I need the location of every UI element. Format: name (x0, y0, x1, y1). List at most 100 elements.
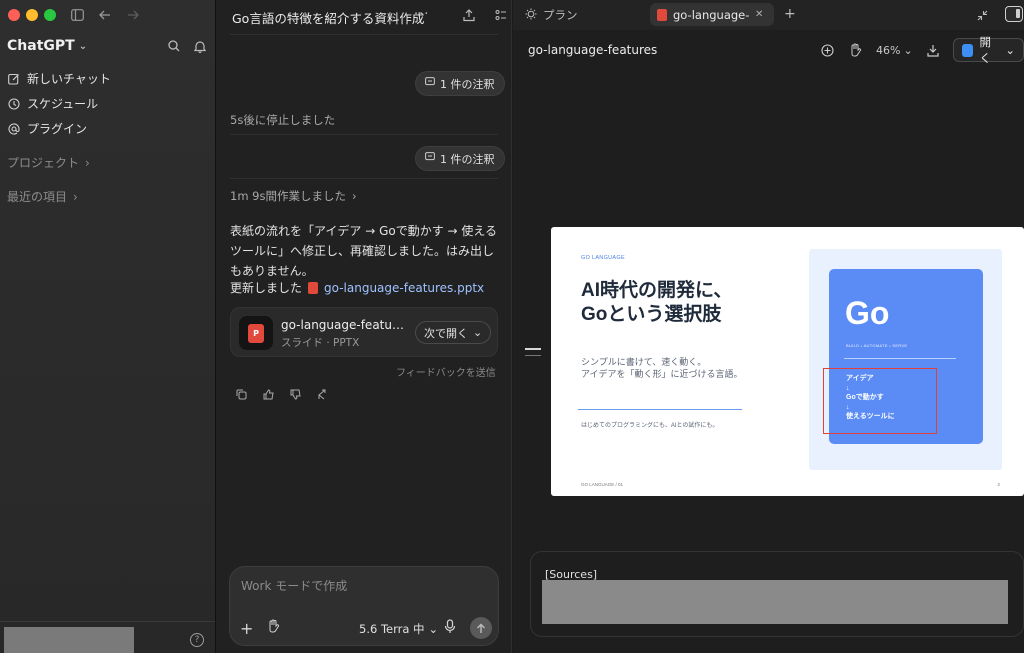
slide-headline-line: Goという選択肢 (581, 304, 722, 325)
microphone-icon[interactable] (444, 619, 456, 637)
tab-plan[interactable]: プラン (525, 7, 578, 23)
share-icon[interactable] (460, 6, 478, 24)
thumbs-down-icon[interactable] (286, 385, 304, 403)
slide-footer: GO LANGUAGE / 01 (581, 482, 624, 487)
hand-icon[interactable] (267, 619, 280, 636)
preview-toolbar: 46% ⌄ 開く ⌄ (819, 35, 1024, 65)
minimize-window-button[interactable] (26, 9, 38, 21)
sources-redacted (542, 580, 1008, 624)
copy-icon[interactable] (232, 385, 250, 403)
message-actions (232, 385, 331, 403)
zoom-level[interactable]: 46% ⌄ (876, 44, 913, 57)
resize-handle-shadow (525, 355, 541, 356)
tab-plan-label: プラン (543, 8, 578, 22)
projects-label: プロジェクト (7, 156, 80, 170)
plus-icon[interactable]: + (240, 619, 253, 638)
chevron-right-icon: › (85, 155, 90, 170)
app-name: ChatGPT (7, 38, 75, 54)
comment-icon (425, 152, 435, 165)
composer: + 5.6 Terra 中 ⌄ (229, 566, 499, 646)
annotation-count: 1 件の注釈 (440, 77, 495, 91)
annotation-pill[interactable]: 1 件の注釈 (415, 71, 505, 96)
slide-divider (578, 409, 742, 410)
sources-panel: [Sources] (530, 551, 1024, 637)
at-icon (7, 122, 20, 135)
sidebar-item-label: スケジュール (27, 97, 99, 111)
collapse-icon[interactable] (973, 6, 991, 24)
clock-icon (7, 97, 20, 110)
chevron-down-icon: ⌄ (428, 622, 439, 636)
help-icon[interactable]: ? (190, 633, 204, 647)
sidebar: ChatGPT ⌄ 新しいチャット スケジュール プラグイン プロジェクト › … (0, 0, 216, 653)
slide-card-divider (844, 358, 956, 359)
file-type: スライド · PPTX (281, 337, 360, 349)
slide-card-tags: BUILD • AUTOMATE • SERVE (846, 343, 908, 348)
updated-line: 更新しました go-language-features.pptx (230, 279, 484, 296)
bell-icon[interactable] (191, 37, 209, 55)
annotation-pill[interactable]: 1 件の注釈 (415, 146, 505, 171)
slide-subtitle: シンプルに書けて、速く動く。 アイデアを「動く形」に近づける言語。 (581, 356, 743, 380)
open-with-button[interactable]: 次で開く ⌄ (415, 321, 492, 344)
keynote-app-icon (962, 43, 974, 57)
pptx-file-icon (657, 8, 667, 21)
hand-tool-icon[interactable] (848, 41, 865, 59)
forward-arrow-icon[interactable] (124, 6, 142, 24)
prompt-input[interactable] (241, 576, 481, 596)
thumbs-up-icon[interactable] (259, 385, 277, 403)
file-link[interactable]: go-language-features.pptx (324, 281, 484, 295)
resize-handle[interactable] (525, 348, 541, 350)
more-options-icon[interactable]: ··· (414, 7, 429, 22)
slide-note: はじめてのプログラミングにも、AIとの試作にも。 (581, 423, 719, 429)
back-arrow-icon[interactable] (96, 6, 114, 24)
tab-file[interactable]: go-language-features.pptx ✕ (650, 3, 774, 26)
chat-title[interactable]: Go言語の特徴を紹介する資料作成 (232, 8, 424, 27)
open-in-app-button[interactable]: 開く ⌄ (953, 35, 1024, 65)
new-tab-icon[interactable]: + (784, 6, 796, 22)
branch-icon[interactable] (313, 385, 331, 403)
sidebar-section-recent[interactable]: 最近の項目 › (7, 188, 78, 205)
chevron-down-icon: ⌄ (78, 40, 88, 52)
model-switcher[interactable]: ChatGPT ⌄ (7, 38, 87, 54)
zoom-value: 46% (876, 43, 901, 57)
panel-toggle-icon[interactable] (1005, 6, 1023, 22)
annotation-count: 1 件の注釈 (440, 152, 495, 166)
search-icon[interactable] (165, 37, 183, 55)
preview-panel: プラン go-language-features.pptx ✕ + go-lan… (513, 0, 1024, 653)
slide-headline-line: AI時代の開発に、 (581, 280, 733, 301)
send-button[interactable] (470, 617, 492, 639)
pptx-letter: P (248, 323, 264, 343)
add-comment-icon[interactable] (819, 41, 836, 59)
sidebar-toggle-icon[interactable] (68, 6, 86, 24)
slide-subtitle-line: アイデアを「動く形」に近づける言語。 (581, 369, 743, 379)
sidebar-item-schedule[interactable]: スケジュール (7, 91, 207, 116)
account-redacted[interactable] (4, 627, 134, 653)
sidebar-section-projects[interactable]: プロジェクト › (7, 154, 90, 171)
download-icon[interactable] (925, 41, 942, 59)
sidebar-menu: 新しいチャット スケジュール プラグイン (7, 66, 207, 141)
slide-page-number: 2 (997, 482, 1000, 487)
sidebar-item-new-chat[interactable]: 新しいチャット (7, 66, 207, 91)
zoom-window-button[interactable] (44, 9, 56, 21)
sidebar-item-plugins[interactable]: プラグイン (7, 116, 207, 141)
file-card[interactable]: P go-language-features.pptx スライド · PPTX … (230, 307, 498, 357)
annotation-highlight-box[interactable] (823, 368, 937, 434)
task-list-icon[interactable] (492, 6, 510, 24)
slide-card-title: Go (845, 295, 890, 331)
divider (230, 134, 498, 135)
comment-icon (425, 77, 435, 90)
open-with-label: 次で開く (424, 326, 468, 340)
recent-label: 最近の項目 (7, 190, 68, 204)
close-icon[interactable]: ✕ (755, 9, 763, 20)
chevron-down-icon: ⌄ (1005, 43, 1015, 57)
model-picker[interactable]: 5.6 Terra 中 ⌄ (359, 621, 438, 637)
edit-icon (7, 72, 20, 85)
open-label: 開く (979, 35, 991, 65)
stopped-status: 5s後に停止しました (230, 113, 336, 127)
worked-duration[interactable]: 1m 9s間作業しました › (230, 188, 357, 204)
close-window-button[interactable] (8, 9, 20, 21)
send-feedback-link[interactable]: フィードバックを送信 (396, 364, 496, 379)
chevron-down-icon: ⌄ (473, 326, 483, 339)
chevron-down-icon: ⌄ (903, 43, 913, 57)
slide-preview[interactable]: GO LANGUAGE AI時代の開発に、 Goという選択肢 シンプルに書けて、… (551, 227, 1024, 496)
model-label: 5.6 Terra 中 (359, 622, 425, 636)
